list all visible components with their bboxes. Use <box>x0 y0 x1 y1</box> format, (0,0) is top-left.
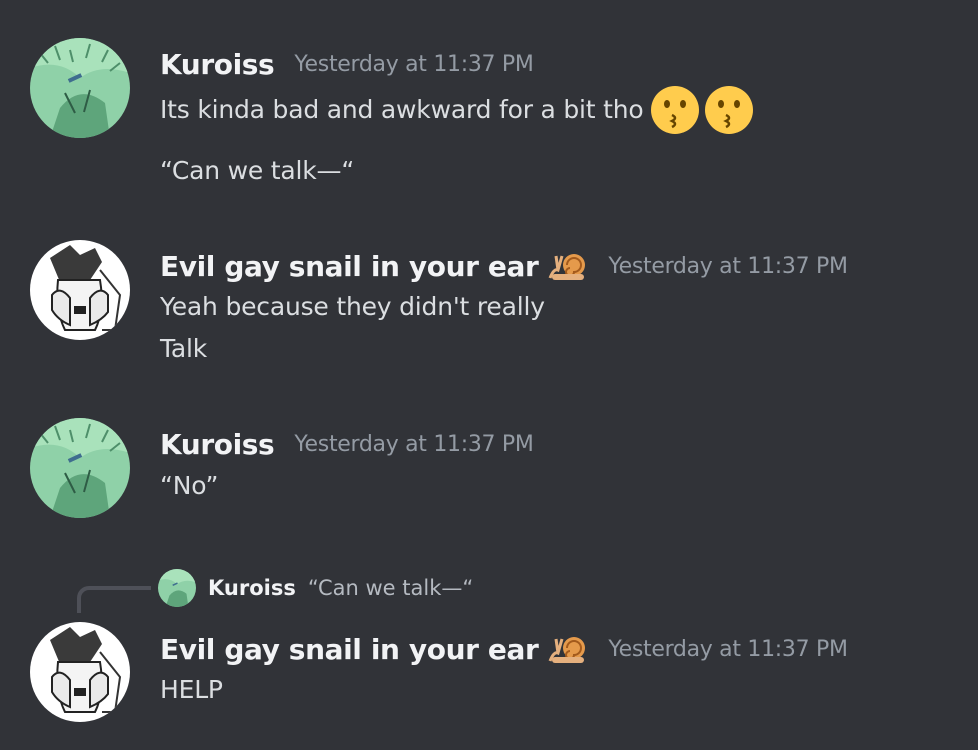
message-content: “Can we talk—“ <box>160 151 354 191</box>
message-header: Kuroiss Yesterday at 11:37 PM <box>160 44 534 84</box>
username[interactable]: Kuroiss <box>160 428 275 461</box>
timestamp[interactable]: Yesterday at 11:37 PM <box>608 637 848 662</box>
avatar[interactable] <box>30 418 130 518</box>
message-text: “No” <box>160 471 219 500</box>
message-text: Yeah because they didn't really <box>160 292 545 321</box>
reply-avatar[interactable] <box>158 569 196 607</box>
avatar-sketch-art-icon <box>30 622 130 722</box>
avatar-green-art-icon <box>30 418 130 518</box>
snail-icon[interactable] <box>548 631 588 667</box>
timestamp[interactable]: Yesterday at 11:37 PM <box>294 52 534 77</box>
kissing-face-emoji-icon[interactable] <box>650 85 700 135</box>
avatar[interactable] <box>30 38 130 138</box>
message-content: “No” <box>160 466 218 506</box>
snail-icon[interactable] <box>548 248 588 284</box>
avatar-green-art-icon <box>30 38 130 138</box>
message-header: Evil gay snail in your ear Yesterday at … <box>160 629 848 669</box>
reply-spine <box>77 586 151 613</box>
message-text: Talk <box>160 334 208 363</box>
username[interactable]: Evil gay snail in your ear <box>160 250 539 283</box>
message-content: Its kinda bad and awkward for a bit tho <box>160 86 754 134</box>
message-content: Talk <box>160 329 207 369</box>
message-header: Evil gay snail in your ear Yesterday at … <box>160 246 848 286</box>
reply-text[interactable]: “Can we talk—“ <box>308 576 473 600</box>
username[interactable]: Evil gay snail in your ear <box>160 633 539 666</box>
timestamp[interactable]: Yesterday at 11:37 PM <box>294 432 534 457</box>
message-content: Yeah because they didn't really <box>160 287 545 327</box>
kissing-face-emoji-icon[interactable] <box>704 85 754 135</box>
timestamp[interactable]: Yesterday at 11:37 PM <box>608 254 848 279</box>
message-header: Kuroiss Yesterday at 11:37 PM <box>160 424 534 464</box>
message-text: HELP <box>160 675 223 704</box>
username[interactable]: Kuroiss <box>160 48 275 81</box>
avatar-sketch-art-icon <box>30 240 130 340</box>
avatar[interactable] <box>30 240 130 340</box>
message-content: HELP <box>160 670 223 710</box>
avatar[interactable] <box>30 622 130 722</box>
chat-message-list: Kuroiss Yesterday at 11:37 PM Its kinda … <box>0 0 978 750</box>
reply-author[interactable]: Kuroiss <box>208 576 296 600</box>
reply-preview[interactable]: Kuroiss “Can we talk—“ <box>158 568 473 608</box>
avatar-green-art-icon <box>158 569 196 607</box>
message-text: “Can we talk—“ <box>160 156 355 185</box>
message-text: Its kinda bad and awkward for a bit tho <box>160 95 644 124</box>
